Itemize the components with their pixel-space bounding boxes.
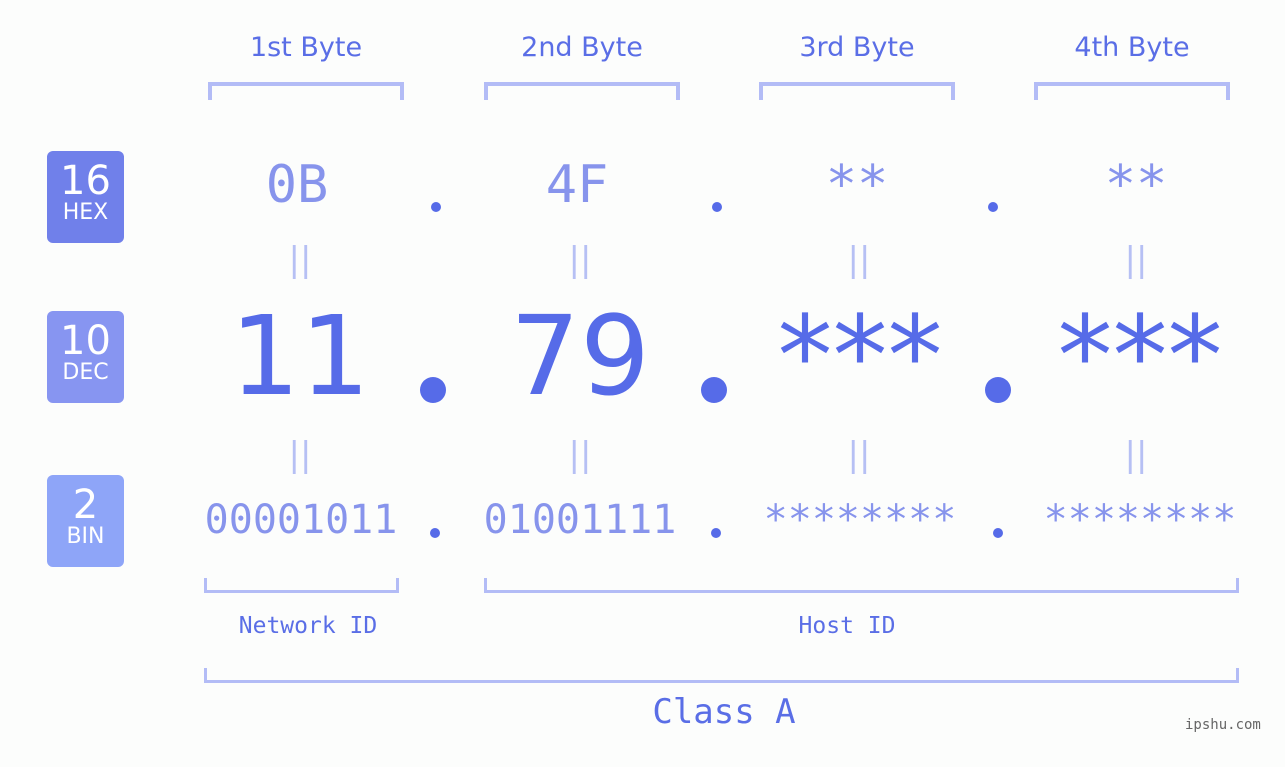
equals-sign: || [568, 435, 592, 475]
hex-byte-1: 0B [265, 155, 329, 215]
dec-byte-4: *** [1057, 292, 1223, 420]
dec-byte-2: 79 [510, 292, 650, 420]
byte-bracket-1 [208, 82, 404, 100]
dec-dot-2 [701, 377, 727, 403]
dec-base-number: 10 [60, 318, 111, 364]
network-id-label: Network ID [238, 613, 378, 639]
dec-dot-3 [985, 377, 1011, 403]
hex-dot-1 [431, 202, 441, 212]
byte-bracket-3 [759, 82, 955, 100]
bin-byte-2: 01001111 [483, 497, 677, 543]
byte-bracket-2 [484, 82, 680, 100]
equals-sign: || [1124, 435, 1148, 475]
class-bracket [204, 668, 1239, 683]
bin-byte-1: 00001011 [204, 497, 398, 543]
byte-title-3: 3rd Byte [799, 32, 915, 63]
network-id-bracket [204, 578, 399, 593]
bin-dot-2 [711, 528, 721, 538]
equals-sign: || [847, 435, 871, 475]
bin-dot-3 [993, 528, 1003, 538]
dec-dot-1 [420, 377, 446, 403]
byte-title-1: 1st Byte [249, 32, 363, 63]
equals-sign: || [288, 435, 312, 475]
bin-dot-1 [430, 528, 440, 538]
bin-base-number: 2 [72, 482, 99, 528]
dec-byte-1: 11 [230, 292, 370, 420]
bin-byte-4: ******** [1043, 497, 1237, 543]
byte-title-2: 2nd Byte [521, 32, 643, 63]
hex-dot-2 [712, 202, 722, 212]
hex-dot-3 [988, 202, 998, 212]
equals-sign: || [847, 240, 871, 280]
hex-base-label: HEX [62, 200, 109, 225]
host-id-bracket [484, 578, 1239, 593]
bin-badge: 2 BIN [47, 475, 124, 567]
dec-base-label: DEC [62, 360, 109, 385]
equals-sign: || [1124, 240, 1148, 280]
dec-badge: 10 DEC [47, 311, 124, 403]
hex-badge: 16 HEX [47, 151, 124, 243]
hex-byte-2: 4F [545, 155, 609, 215]
dec-byte-3: *** [777, 292, 943, 420]
class-label: Class A [652, 692, 796, 732]
hex-byte-3: ** [825, 155, 889, 215]
hex-base-number: 16 [60, 158, 111, 204]
bin-byte-3: ******** [763, 497, 957, 543]
equals-sign: || [568, 240, 592, 280]
host-id-label: Host ID [798, 613, 896, 639]
byte-bracket-4 [1034, 82, 1230, 100]
hex-byte-4: ** [1104, 155, 1168, 215]
watermark: ipshu.com [1185, 717, 1261, 733]
equals-sign: || [288, 240, 312, 280]
byte-title-4: 4th Byte [1074, 32, 1190, 63]
bin-base-label: BIN [66, 524, 105, 549]
